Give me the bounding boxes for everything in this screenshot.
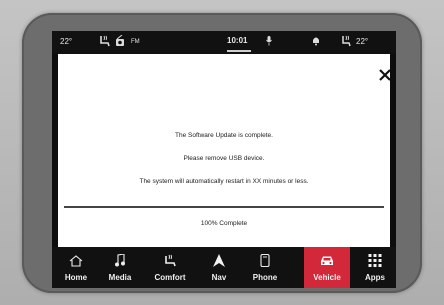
nav-apps-label: Apps: [365, 273, 385, 282]
music-note-icon: [114, 253, 126, 272]
notification-bell-icon: [312, 36, 320, 48]
microphone-icon: [266, 36, 272, 48]
nav-navigation-button[interactable]: Nav: [202, 247, 236, 288]
passenger-temperature[interactable]: 22°: [356, 37, 368, 46]
grid-icon: [368, 254, 382, 272]
nav-home-button[interactable]: Home: [56, 247, 96, 288]
nav-media-button[interactable]: Media: [100, 247, 140, 288]
nav-comfort-button[interactable]: Comfort: [146, 247, 194, 288]
driver-temperature[interactable]: 22°: [60, 37, 72, 46]
nav-vehicle-label: Vehicle: [313, 273, 341, 282]
car-icon: [319, 254, 335, 272]
navigation-arrow-icon: [213, 254, 225, 272]
passenger-heated-seat-icon[interactable]: [341, 35, 353, 49]
heated-seat-icon[interactable]: [98, 35, 112, 49]
progress-text: 100% Complete: [200, 220, 248, 227]
progress-divider: [64, 206, 384, 208]
remove-usb-text: Please remove USB device.: [183, 155, 265, 162]
clock-underline: [227, 50, 251, 52]
nav-home-label: Home: [64, 273, 88, 282]
status-bar: 22° FM 10:01 22°: [52, 31, 396, 54]
nav-vehicle-button[interactable]: Vehicle: [304, 247, 350, 288]
infotainment-screen: 22° FM 10:01 22° The Software Update is …: [52, 31, 396, 288]
nav-navigation-label: Nav: [211, 273, 227, 282]
nav-media-label: Media: [108, 273, 132, 282]
nav-phone-button[interactable]: Phone: [245, 247, 285, 288]
nav-phone-label: Phone: [252, 273, 278, 282]
home-icon: [69, 254, 83, 272]
fm-label: FM: [131, 39, 140, 45]
close-icon[interactable]: [378, 68, 392, 82]
radio-icon: [115, 34, 125, 49]
update-dialog: The Software Update is complete. Please …: [58, 54, 392, 247]
clock: 10:01: [227, 36, 248, 45]
bottom-nav-bar: Home Media Comfort Nav Phone Vehicle App…: [52, 247, 396, 288]
heated-seat-icon: [162, 254, 178, 272]
update-complete-text: The Software Update is complete.: [175, 132, 273, 139]
restart-notice-text: The system will automatically restart in…: [139, 178, 309, 185]
nav-apps-button[interactable]: Apps: [356, 247, 394, 288]
phone-icon: [260, 253, 270, 272]
nav-comfort-label: Comfort: [154, 273, 186, 282]
